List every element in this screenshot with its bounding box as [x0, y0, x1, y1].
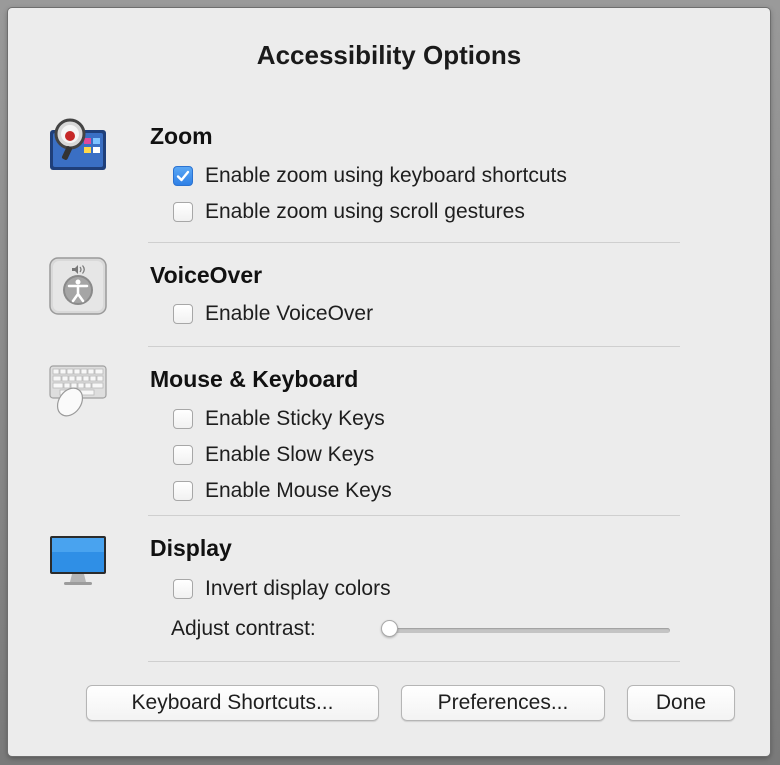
sticky-keys-label: Enable Sticky Keys	[205, 407, 385, 430]
mouse-keys-checkbox[interactable]	[173, 481, 193, 501]
voiceover-checkbox[interactable]	[173, 304, 193, 324]
zoom-scroll-gestures-option[interactable]: Enable zoom using scroll gestures	[173, 200, 525, 224]
voiceover-label: Enable VoiceOver	[205, 302, 374, 325]
done-button[interactable]: Done	[627, 685, 735, 721]
adjust-contrast-label: Adjust contrast:	[171, 617, 316, 640]
zoom-magnifier-icon	[48, 116, 108, 176]
divider	[148, 515, 680, 516]
contrast-slider-track[interactable]	[386, 628, 670, 633]
checkmark-icon	[176, 170, 190, 182]
slow-keys-checkbox[interactable]	[173, 445, 193, 465]
keyboard-mouse-icon	[48, 360, 108, 420]
zoom-keyboard-shortcuts-label: Enable zoom using keyboard shortcuts	[205, 164, 567, 187]
keyboard-shortcuts-button[interactable]: Keyboard Shortcuts...	[86, 685, 379, 721]
divider	[148, 346, 680, 347]
zoom-scroll-gestures-checkbox[interactable]	[173, 202, 193, 222]
display-section-title: Display	[150, 535, 232, 561]
contrast-slider-knob[interactable]	[381, 620, 398, 637]
zoom-scroll-gestures-label: Enable zoom using scroll gestures	[205, 200, 525, 223]
zoom-keyboard-shortcuts-checkbox[interactable]	[173, 166, 193, 186]
mouse-keyboard-section-title: Mouse & Keyboard	[150, 366, 359, 392]
slow-keys-option[interactable]: Enable Slow Keys	[173, 443, 374, 467]
sticky-keys-checkbox[interactable]	[173, 409, 193, 429]
invert-colors-checkbox[interactable]	[173, 579, 193, 599]
mouse-keys-label: Enable Mouse Keys	[205, 479, 392, 502]
preferences-button[interactable]: Preferences...	[401, 685, 605, 721]
invert-colors-label: Invert display colors	[205, 577, 391, 600]
zoom-section-title: Zoom	[150, 123, 213, 149]
display-monitor-icon	[48, 530, 108, 590]
mouse-keys-option[interactable]: Enable Mouse Keys	[173, 479, 392, 503]
voiceover-option[interactable]: Enable VoiceOver	[173, 302, 373, 326]
invert-colors-option[interactable]: Invert display colors	[173, 577, 391, 601]
accessibility-options-dialog: Accessibility Options Zoom Enable zoom u…	[8, 8, 770, 756]
zoom-keyboard-shortcuts-option[interactable]: Enable zoom using keyboard shortcuts	[173, 164, 567, 188]
voiceover-accessibility-icon	[48, 256, 108, 316]
divider	[148, 242, 680, 243]
voiceover-section-title: VoiceOver	[150, 262, 263, 288]
slow-keys-label: Enable Slow Keys	[205, 443, 375, 466]
divider	[148, 661, 680, 662]
sticky-keys-option[interactable]: Enable Sticky Keys	[173, 407, 385, 431]
dialog-title: Accessibility Options	[256, 40, 522, 70]
window-frame: Accessibility Options Zoom Enable zoom u…	[0, 0, 780, 765]
